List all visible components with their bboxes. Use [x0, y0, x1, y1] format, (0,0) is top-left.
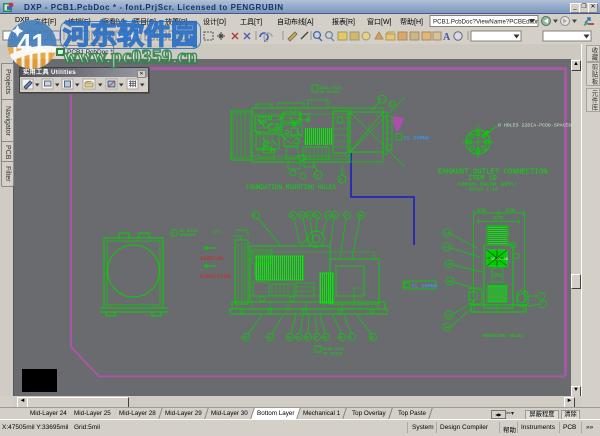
svg-text:SP-CL-DB: SP-CL-DB [491, 258, 508, 262]
svg-text:AIRFLOW: AIRFLOW [200, 255, 224, 262]
svg-text:20: 20 [358, 215, 362, 219]
svg-text:13: 13 [314, 215, 318, 219]
svg-text:OF BLOCK: OF BLOCK [323, 353, 343, 357]
svg-text:90: 90 [370, 337, 374, 341]
svg-text:10: 10 [290, 215, 294, 219]
svg-text:870: 870 [477, 208, 486, 214]
svg-text:43: 43 [448, 281, 453, 285]
svg-text:44: 44 [287, 337, 291, 341]
svg-text:8 HOLES 22DIA-PCD8-SPACED: 8 HOLES 22DIA-PCD8-SPACED [498, 123, 571, 129]
svg-text:47: 47 [314, 337, 318, 341]
svg-text:14: 14 [325, 215, 329, 219]
svg-text:(CT): (CT) [212, 230, 222, 235]
svg-text:12: 12 [445, 233, 450, 237]
svg-text:43: 43 [267, 337, 271, 341]
svg-text:D: D [316, 175, 318, 179]
svg-text:61: 61 [447, 315, 452, 319]
svg-text:FOUNDATION MOUNTING HOLES: FOUNDATION MOUNTING HOLES [246, 184, 336, 191]
svg-text:CL COMNN: CL COMNN [412, 284, 437, 290]
svg-text:12: 12 [306, 215, 310, 219]
svg-text:MOUNTING HOLES: MOUNTING HOLES [483, 333, 523, 339]
svg-text:8: 8 [253, 215, 255, 219]
svg-text:DIRECTION: DIRECTION [200, 273, 230, 280]
svg-text:SCALE 1:10: SCALE 1:10 [469, 187, 498, 193]
svg-text:48: 48 [323, 337, 327, 341]
svg-text:49: 49 [339, 337, 343, 341]
svg-text:OF BLOCK: OF BLOCK [320, 91, 340, 95]
svg-text:41: 41 [445, 247, 450, 251]
svg-text:AIRDALE: AIRDALE [180, 234, 197, 238]
svg-text:CL COMNN: CL COMNN [404, 136, 429, 142]
svg-text:DEAD FACE: DEAD FACE [323, 348, 345, 352]
svg-text:7: 7 [390, 104, 392, 108]
svg-text:4: 4 [349, 337, 351, 341]
svg-text:17: 17 [344, 215, 348, 219]
svg-text:11: 11 [299, 215, 303, 219]
svg-text:1: 1 [172, 233, 174, 237]
svg-text:670: 670 [506, 208, 515, 214]
svg-text:PCB1.PcbDoc?ViewName?PCBEditor: PCB1.PcbDoc?ViewName?PCBEditor [433, 19, 538, 26]
svg-text:675: 675 [494, 216, 503, 222]
svg-text:4: 4 [379, 99, 381, 103]
svg-text:15: 15 [332, 215, 336, 219]
svg-text:44: 44 [447, 264, 452, 268]
svg-text:29: 29 [243, 337, 247, 341]
svg-text:40: 40 [445, 327, 450, 331]
svg-text:A: A [443, 32, 451, 43]
svg-text:45: 45 [296, 337, 300, 341]
svg-text:E: E [340, 179, 342, 183]
svg-text:46: 46 [305, 337, 309, 341]
